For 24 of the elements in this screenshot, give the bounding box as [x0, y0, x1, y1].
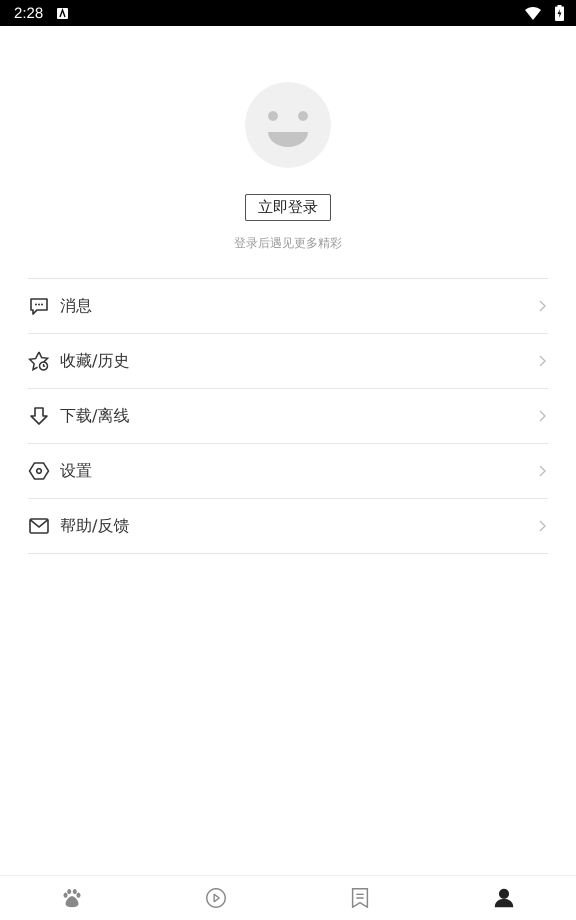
menu-item[interactable]: 下载/离线	[28, 389, 548, 444]
menu-item[interactable]: 消息	[28, 279, 548, 334]
envelope-icon	[28, 515, 50, 537]
menu-item[interactable]: 帮助/反馈	[28, 499, 548, 554]
battery-icon	[555, 5, 564, 21]
play-icon	[204, 886, 228, 910]
wifi-icon	[525, 6, 541, 20]
menu-item[interactable]: 设置	[28, 444, 548, 499]
settings-icon	[28, 460, 50, 482]
down-arrow-icon	[28, 405, 50, 427]
menu-item[interactable]: 收藏/历史	[28, 334, 548, 389]
chevron-icon	[539, 410, 546, 422]
login-button[interactable]: 立即登录	[245, 194, 331, 221]
avatar-smiley-icon	[245, 82, 331, 168]
status-time: 2:28	[14, 4, 44, 22]
chevron-icon	[539, 520, 546, 532]
chevron-icon	[539, 300, 546, 312]
login-hint: 登录后遇见更多精彩	[234, 235, 342, 252]
person-icon	[492, 886, 516, 910]
notification-icon	[57, 8, 68, 18]
star-clock-icon	[28, 350, 50, 372]
chevron-icon	[539, 355, 546, 367]
chevron-icon	[539, 465, 546, 477]
chat-bubble-icon	[28, 295, 50, 317]
